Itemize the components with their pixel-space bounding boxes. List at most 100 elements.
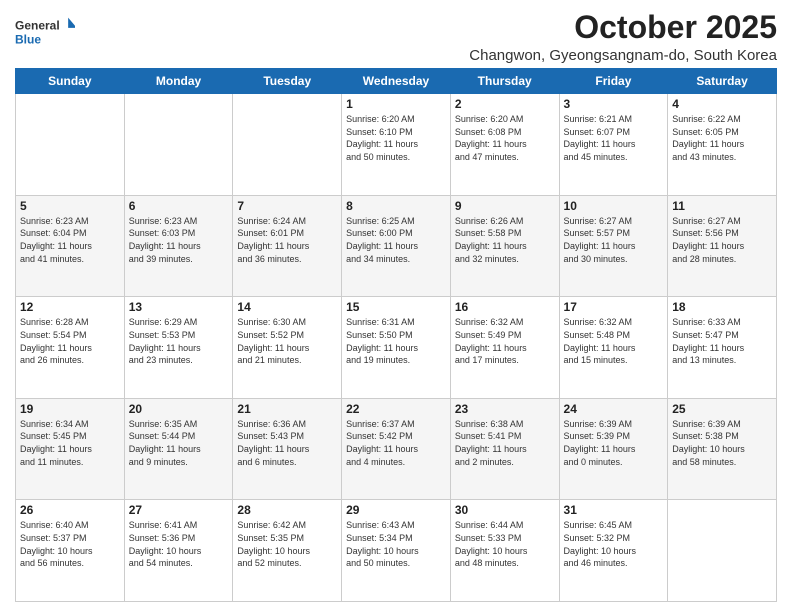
day-cell: 26 Sunrise: 6:40 AMSunset: 5:37 PMDayligh… [16, 500, 125, 602]
header-row: Sunday Monday Tuesday Wednesday Thursday… [16, 69, 777, 94]
day-cell: 12Sunrise: 6:28 AMSunset: 5:54 PMDayligh… [16, 297, 125, 399]
day-cell: 4Sunrise: 6:22 AMSunset: 6:05 PMDaylight… [668, 94, 777, 196]
day-info: Sunrise: 6:38 AMSunset: 5:41 PMDaylight:… [455, 418, 555, 468]
week-row-2: 5Sunrise: 6:23 AMSunset: 6:04 PMDaylight… [16, 195, 777, 297]
week-row-5: 26 Sunrise: 6:40 AMSunset: 5:37 PMDayligh… [16, 500, 777, 602]
day-info: Sunrise: 6:30 AMSunset: 5:52 PMDaylight:… [237, 316, 337, 366]
day-number: 10 [564, 199, 664, 213]
col-wednesday: Wednesday [342, 69, 451, 94]
day-number: 22 [346, 402, 446, 416]
day-number: 18 [672, 300, 772, 314]
day-number: 15 [346, 300, 446, 314]
day-number: 2 [455, 97, 555, 111]
day-cell: 13Sunrise: 6:29 AMSunset: 5:53 PMDayligh… [124, 297, 233, 399]
day-number: 29 [346, 503, 446, 517]
day-number: 24 [564, 402, 664, 416]
day-number: 27 [129, 503, 229, 517]
day-info: Sunrise: 6:34 AMSunset: 5:45 PMDaylight:… [20, 418, 120, 468]
day-number: 26 [20, 503, 120, 517]
week-row-4: 19 Sunrise: 6:34 AMSunset: 5:45 PMDayligh… [16, 398, 777, 500]
day-number: 28 [237, 503, 337, 517]
day-number: 3 [564, 97, 664, 111]
day-info: Sunrise: 6:27 AMSunset: 5:56 PMDaylight:… [672, 215, 772, 265]
day-number: 14 [237, 300, 337, 314]
day-cell [233, 94, 342, 196]
day-info: Sunrise: 6:27 AMSunset: 5:57 PMDaylight:… [564, 215, 664, 265]
day-cell: 5Sunrise: 6:23 AMSunset: 6:04 PMDaylight… [16, 195, 125, 297]
day-cell: 1 Sunrise: 6:20 AMSunset: 6:10 PMDaylight… [342, 94, 451, 196]
day-cell: 28 Sunrise: 6:42 AMSunset: 5:35 PMDayligh… [233, 500, 342, 602]
day-info: Sunrise: 6:44 AMSunset: 5:33 PMDaylight:… [455, 519, 555, 569]
col-monday: Monday [124, 69, 233, 94]
header: General Blue October 2025 Changwon, Gyeo… [15, 10, 777, 64]
day-cell [668, 500, 777, 602]
day-number: 11 [672, 199, 772, 213]
day-cell: 25 Sunrise: 6:39 AMSunset: 5:38 PMDayligh… [668, 398, 777, 500]
day-info: Sunrise: 6:32 AMSunset: 5:49 PMDaylight:… [455, 316, 555, 366]
day-info: Sunrise: 6:25 AMSunset: 6:00 PMDaylight:… [346, 215, 446, 265]
svg-text:General: General [15, 19, 60, 33]
day-info: Sunrise: 6:45 AMSunset: 5:32 PMDaylight:… [564, 519, 664, 569]
calendar-table: Sunday Monday Tuesday Wednesday Thursday… [15, 68, 777, 602]
day-cell [16, 94, 125, 196]
svg-text:Blue: Blue [15, 32, 41, 46]
col-tuesday: Tuesday [233, 69, 342, 94]
day-info: Sunrise: 6:20 AMSunset: 6:08 PMDaylight:… [455, 113, 555, 163]
day-info: Sunrise: 6:35 AMSunset: 5:44 PMDaylight:… [129, 418, 229, 468]
day-number: 17 [564, 300, 664, 314]
day-info: Sunrise: 6:26 AMSunset: 5:58 PMDaylight:… [455, 215, 555, 265]
day-cell: 7Sunrise: 6:24 AMSunset: 6:01 PMDaylight… [233, 195, 342, 297]
day-cell: 16 Sunrise: 6:32 AMSunset: 5:49 PMDayligh… [450, 297, 559, 399]
day-number: 1 [346, 97, 446, 111]
page: General Blue October 2025 Changwon, Gyeo… [0, 0, 792, 612]
day-info: Sunrise: 6:42 AMSunset: 5:35 PMDaylight:… [237, 519, 337, 569]
col-friday: Friday [559, 69, 668, 94]
day-number: 19 [20, 402, 120, 416]
day-cell: 31 Sunrise: 6:45 AMSunset: 5:32 PMDayligh… [559, 500, 668, 602]
week-row-1: 1 Sunrise: 6:20 AMSunset: 6:10 PMDaylight… [16, 94, 777, 196]
day-cell: 6Sunrise: 6:23 AMSunset: 6:03 PMDaylight… [124, 195, 233, 297]
day-number: 5 [20, 199, 120, 213]
day-cell: 19 Sunrise: 6:34 AMSunset: 5:45 PMDayligh… [16, 398, 125, 500]
main-title: October 2025 [469, 10, 777, 45]
day-cell: 30 Sunrise: 6:44 AMSunset: 5:33 PMDayligh… [450, 500, 559, 602]
day-cell: 24 Sunrise: 6:39 AMSunset: 5:39 PMDayligh… [559, 398, 668, 500]
col-saturday: Saturday [668, 69, 777, 94]
day-info: Sunrise: 6:29 AMSunset: 5:53 PMDaylight:… [129, 316, 229, 366]
day-cell: 29 Sunrise: 6:43 AMSunset: 5:34 PMDayligh… [342, 500, 451, 602]
day-cell: 17 Sunrise: 6:32 AMSunset: 5:48 PMDayligh… [559, 297, 668, 399]
day-number: 21 [237, 402, 337, 416]
day-cell: 23Sunrise: 6:38 AMSunset: 5:41 PMDayligh… [450, 398, 559, 500]
day-info: Sunrise: 6:32 AMSunset: 5:48 PMDaylight:… [564, 316, 664, 366]
day-cell: 14 Sunrise: 6:30 AMSunset: 5:52 PMDayligh… [233, 297, 342, 399]
day-info: Sunrise: 6:22 AMSunset: 6:05 PMDaylight:… [672, 113, 772, 163]
day-number: 12 [20, 300, 120, 314]
day-info: Sunrise: 6:39 AMSunset: 5:38 PMDaylight:… [672, 418, 772, 468]
day-info: Sunrise: 6:36 AMSunset: 5:43 PMDaylight:… [237, 418, 337, 468]
subtitle: Changwon, Gyeongsangnam-do, South Korea [469, 47, 777, 64]
day-info: Sunrise: 6:39 AMSunset: 5:39 PMDaylight:… [564, 418, 664, 468]
day-cell: 18Sunrise: 6:33 AMSunset: 5:47 PMDayligh… [668, 297, 777, 399]
day-cell: 2 Sunrise: 6:20 AMSunset: 6:08 PMDaylight… [450, 94, 559, 196]
day-cell: 21 Sunrise: 6:36 AMSunset: 5:43 PMDayligh… [233, 398, 342, 500]
day-number: 8 [346, 199, 446, 213]
day-number: 25 [672, 402, 772, 416]
day-cell: 15 Sunrise: 6:31 AMSunset: 5:50 PMDayligh… [342, 297, 451, 399]
day-cell: 27Sunrise: 6:41 AMSunset: 5:36 PMDayligh… [124, 500, 233, 602]
day-number: 30 [455, 503, 555, 517]
day-cell: 3 Sunrise: 6:21 AMSunset: 6:07 PMDaylight… [559, 94, 668, 196]
col-thursday: Thursday [450, 69, 559, 94]
day-info: Sunrise: 6:40 AMSunset: 5:37 PMDaylight:… [20, 519, 120, 569]
col-sunday: Sunday [16, 69, 125, 94]
week-row-3: 12Sunrise: 6:28 AMSunset: 5:54 PMDayligh… [16, 297, 777, 399]
day-info: Sunrise: 6:31 AMSunset: 5:50 PMDaylight:… [346, 316, 446, 366]
day-cell: 8 Sunrise: 6:25 AMSunset: 6:00 PMDaylight… [342, 195, 451, 297]
title-block: October 2025 Changwon, Gyeongsangnam-do,… [469, 10, 777, 64]
day-number: 31 [564, 503, 664, 517]
day-number: 6 [129, 199, 229, 213]
day-cell [124, 94, 233, 196]
day-number: 16 [455, 300, 555, 314]
day-info: Sunrise: 6:43 AMSunset: 5:34 PMDaylight:… [346, 519, 446, 569]
day-info: Sunrise: 6:20 AMSunset: 6:10 PMDaylight:… [346, 113, 446, 163]
day-info: Sunrise: 6:21 AMSunset: 6:07 PMDaylight:… [564, 113, 664, 163]
